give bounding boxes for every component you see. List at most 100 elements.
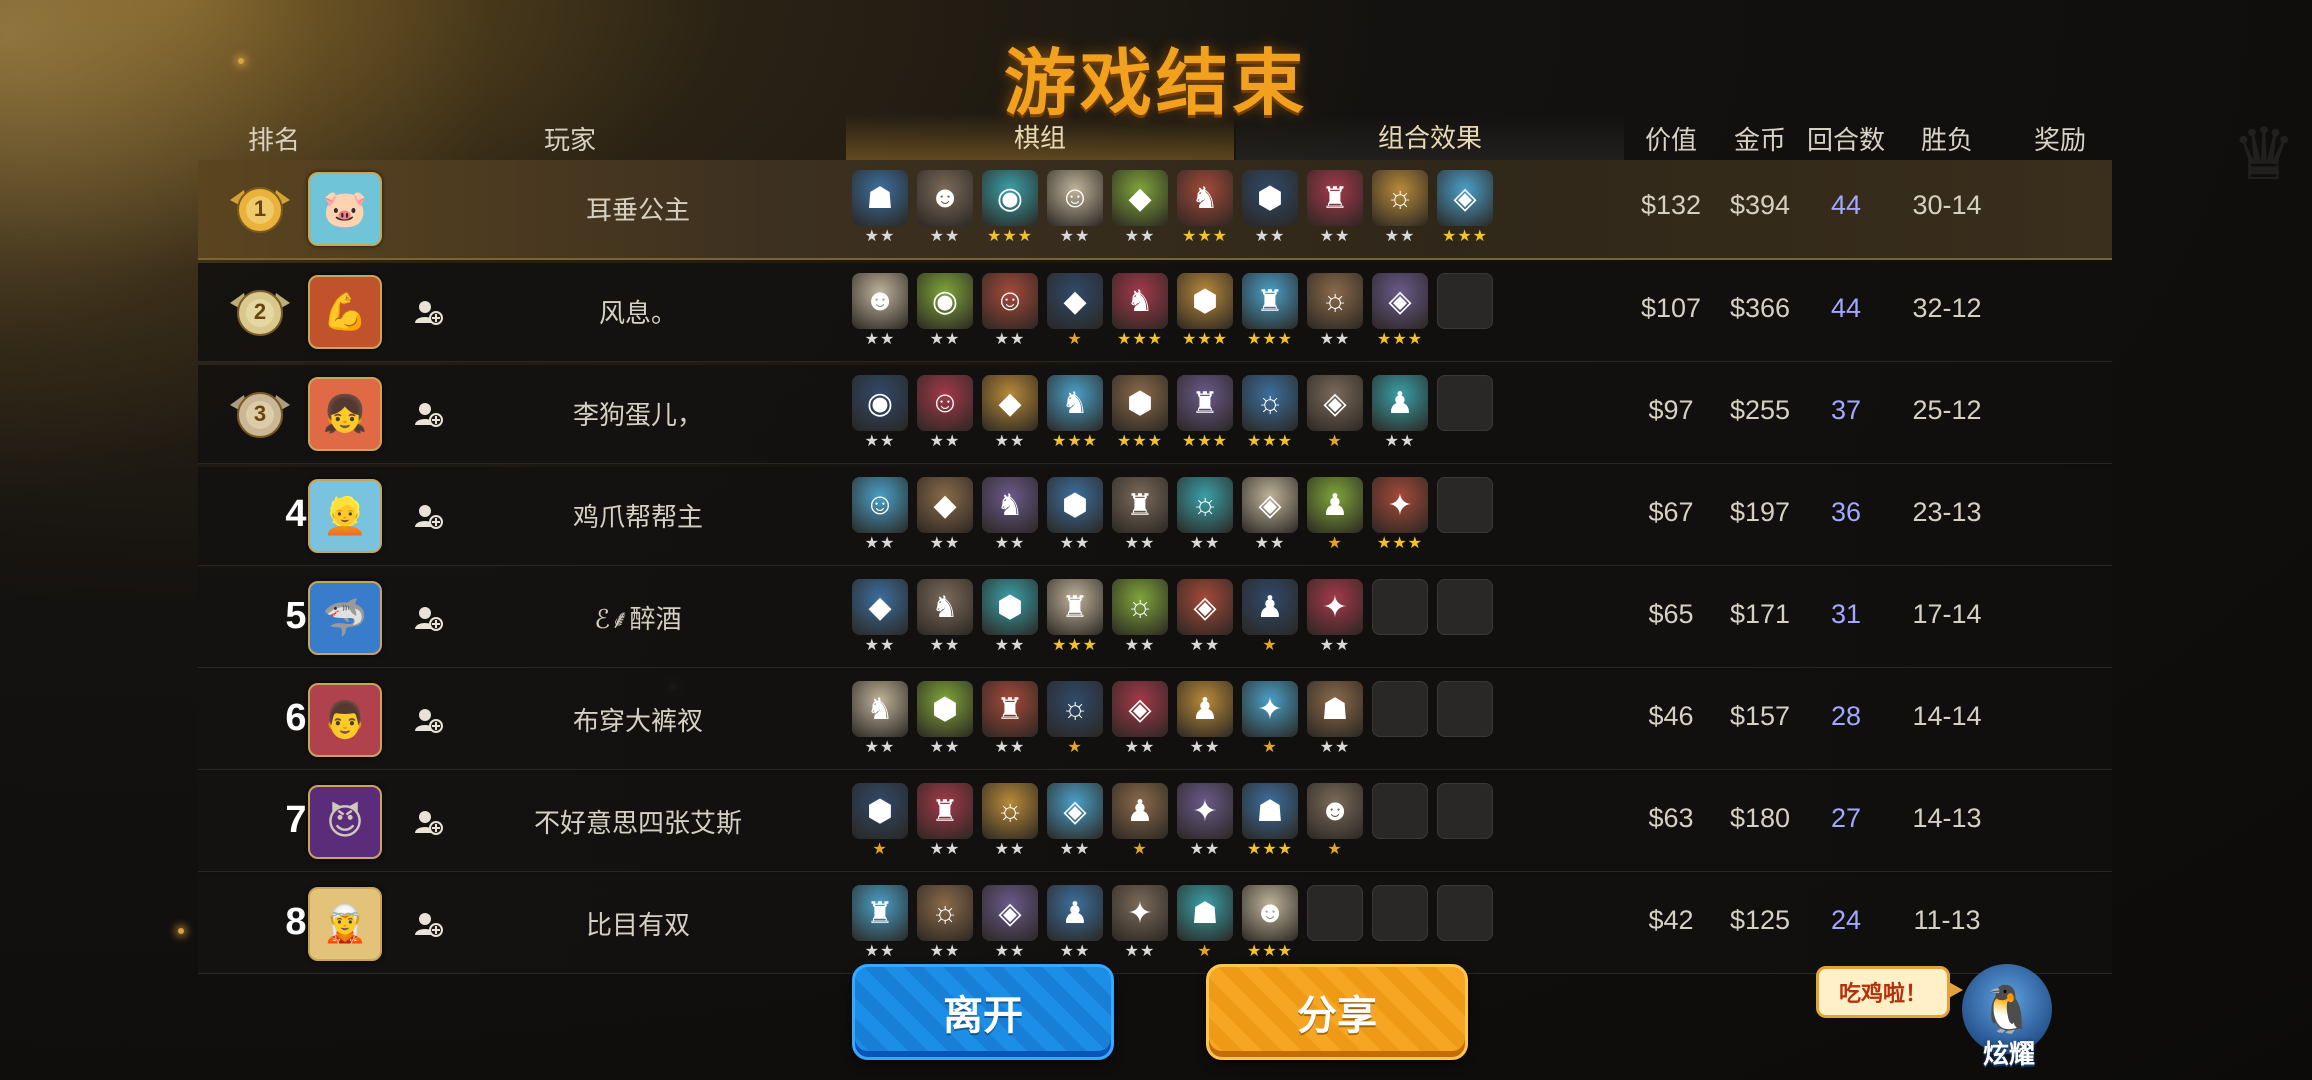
chess-piece-icon[interactable]: ⬢ ★ (852, 783, 908, 858)
chess-piece-icon[interactable]: ♟ ★★ (1177, 681, 1233, 756)
shark-avatar[interactable]: 🦈 (308, 581, 382, 655)
chess-piece-icon[interactable]: ♟ ★ (1112, 783, 1168, 858)
chess-piece-icon[interactable]: ☼ ★★ (1372, 170, 1428, 245)
chess-piece-icon[interactable]: ◉ ★★ (852, 375, 908, 450)
chess-piece-icon[interactable]: ◈ ★★★ (1372, 273, 1428, 348)
chess-piece-icon[interactable]: ☼ ★★ (1307, 273, 1363, 348)
chess-piece-icon[interactable]: ♟ ★★ (1047, 885, 1103, 960)
add-friend-icon[interactable] (413, 705, 443, 735)
chess-piece-icon[interactable]: ◆ ★★ (917, 477, 973, 552)
chess-piece-icon[interactable]: ◆ ★★ (852, 579, 908, 654)
chess-piece-icon[interactable]: ◈ ★★ (1242, 477, 1298, 552)
chess-piece-icon[interactable]: ♜ ★★ (1112, 477, 1168, 552)
chess-piece-icon[interactable]: ✦ ★★★ (1372, 477, 1428, 552)
chess-piece-icon[interactable]: ♞ ★★★ (1112, 273, 1168, 348)
chess-piece-icon[interactable]: ♜ ★★ (982, 681, 1038, 756)
stat-gold: $255 (1729, 395, 1791, 425)
tab-synergy[interactable]: 组合效果 (1236, 114, 1624, 162)
chess-piece-icon[interactable]: ◈ ★★ (1047, 783, 1103, 858)
chess-piece-icon[interactable]: ☻ ★★★ (1242, 885, 1298, 960)
add-friend-icon[interactable] (413, 807, 443, 837)
add-friend-icon[interactable] (413, 297, 443, 327)
girl-avatar[interactable]: 👧 (308, 377, 382, 451)
add-friend-icon[interactable] (413, 501, 443, 531)
chess-piece-icon[interactable]: ☻ ★ (1307, 783, 1363, 858)
chess-piece-icon[interactable]: ⬢ ★★★ (1177, 273, 1233, 348)
share-button[interactable]: 分享 (1206, 964, 1468, 1060)
chess-piece-icon[interactable]: ☺ ★★ (917, 375, 973, 450)
warrior-avatar[interactable]: 💪 (308, 275, 382, 349)
chess-piece-icon[interactable]: ♟ ★★ (1372, 375, 1428, 450)
chess-piece-icon[interactable]: ✦ ★★ (1177, 783, 1233, 858)
chess-piece-icon[interactable]: ☺ ★★ (1047, 170, 1103, 245)
elf-avatar[interactable]: 🧝 (308, 887, 382, 961)
chess-piece-icon[interactable]: ♞ ★★★ (1177, 170, 1233, 245)
chef-avatar[interactable]: 👨 (308, 683, 382, 757)
star-level-icon: ★★ (1189, 739, 1221, 756)
add-friend-icon[interactable] (413, 909, 443, 939)
chess-piece-icon[interactable]: ◈ ★★ (1177, 579, 1233, 654)
chess-piece-icon[interactable]: ♜ ★★★ (1242, 273, 1298, 348)
pig-avatar[interactable]: 🐷 (308, 172, 382, 246)
tab-synergy-label: 组合效果 (1377, 123, 1482, 153)
chess-piece-icon[interactable]: ☼ ★★ (917, 885, 973, 960)
chess-piece-icon[interactable]: ◆ ★★ (982, 375, 1038, 450)
chess-piece-icon[interactable]: ☗ ★ (1177, 885, 1233, 960)
chess-piece-icon[interactable]: ⬢ ★★ (1242, 170, 1298, 245)
star-level-icon: ★ (1327, 433, 1343, 450)
chess-piece-icon[interactable]: ♞ ★★ (852, 681, 908, 756)
chess-piece-icon[interactable]: ◈ ★★ (1112, 681, 1168, 756)
star-level-icon: ★★★ (1181, 331, 1229, 348)
chess-piece-icon[interactable]: ☺ ★★ (982, 273, 1038, 348)
chess-piece-icon[interactable]: ☻ ★★ (917, 170, 973, 245)
chess-piece-icon[interactable]: ☼ ★★ (1177, 477, 1233, 552)
stat-winloss: 32-12 (1912, 293, 1982, 323)
chess-piece-icon[interactable]: ☼ ★★★ (1242, 375, 1298, 450)
chess-piece-icon[interactable]: ♟ ★ (1242, 579, 1298, 654)
chess-piece-icon[interactable]: ◈ ★★★ (1437, 170, 1493, 245)
chess-piece-icon[interactable]: ♜ ★★ (1307, 170, 1363, 245)
player-name: 耳垂公主 (585, 195, 690, 225)
chess-piece-icon[interactable]: ✦ ★★ (1112, 885, 1168, 960)
chess-piece-icon[interactable]: ◆ ★★ (1112, 170, 1168, 245)
chess-piece-icon[interactable]: ♞ ★★★ (1047, 375, 1103, 450)
chess-piece-icon[interactable]: ☻ ★★ (852, 273, 908, 348)
chess-piece-icon[interactable]: ☼ ★ (1047, 681, 1103, 756)
chess-piece-icon[interactable]: ✦ ★★ (1307, 579, 1363, 654)
chess-piece-icon[interactable]: ◉ ★★ (917, 273, 973, 348)
chess-piece-icon[interactable]: ⬢ ★★ (982, 579, 1038, 654)
chess-piece-icon[interactable]: ♜ ★★★ (1047, 579, 1103, 654)
empty-piece-slot (1372, 681, 1428, 737)
stat-gold: $394 (1729, 190, 1791, 220)
chess-piece-icon[interactable]: ☗ ★★ (852, 170, 908, 245)
chess-piece-icon[interactable]: ⬢ ★★ (917, 681, 973, 756)
chess-piece-icon[interactable]: ☼ ★★ (1112, 579, 1168, 654)
chess-piece-icon[interactable]: ♞ ★★ (982, 477, 1038, 552)
demon-avatar[interactable]: 😈 (308, 785, 382, 859)
chess-piece-icon[interactable]: ♞ ★★ (917, 579, 973, 654)
tab-pieces[interactable]: 棋组 (846, 114, 1234, 163)
chess-piece-icon[interactable]: ◈ ★ (1307, 375, 1363, 450)
chess-piece-icon[interactable]: ◈ ★★ (982, 885, 1038, 960)
chess-piece-icon[interactable]: ◉ ★★★ (982, 170, 1038, 245)
chess-piece-icon[interactable]: ⬢ ★★★ (1112, 375, 1168, 450)
stat-value: $107 (1640, 293, 1702, 323)
add-friend-icon[interactable] (413, 399, 443, 429)
chess-piece-icon[interactable]: ☗ ★★★ (1242, 783, 1298, 858)
star-level-icon: ★★ (864, 433, 896, 450)
add-friend-icon[interactable] (413, 603, 443, 633)
chess-piece-icon[interactable]: ☗ ★★ (1307, 681, 1363, 756)
leave-button[interactable]: 离开 (852, 964, 1114, 1060)
chess-piece-icon[interactable]: ◆ ★ (1047, 273, 1103, 348)
chess-piece-icon[interactable]: ♜ ★★ (852, 885, 908, 960)
chess-piece-icon[interactable]: ⬢ ★★ (1047, 477, 1103, 552)
chess-piece-icon[interactable]: ♜ ★★ (917, 783, 973, 858)
chess-piece-icon[interactable]: ♟ ★ (1307, 477, 1363, 552)
stat-gold: $197 (1729, 497, 1791, 527)
chess-piece-icon[interactable]: ♜ ★★★ (1177, 375, 1233, 450)
star-level-icon: ★★ (1189, 637, 1221, 654)
chess-piece-icon[interactable]: ☺ ★★ (852, 477, 908, 552)
blonde-avatar[interactable]: 👱 (308, 479, 382, 553)
chess-piece-icon[interactable]: ☼ ★★ (982, 783, 1038, 858)
chess-piece-icon[interactable]: ✦ ★ (1242, 681, 1298, 756)
